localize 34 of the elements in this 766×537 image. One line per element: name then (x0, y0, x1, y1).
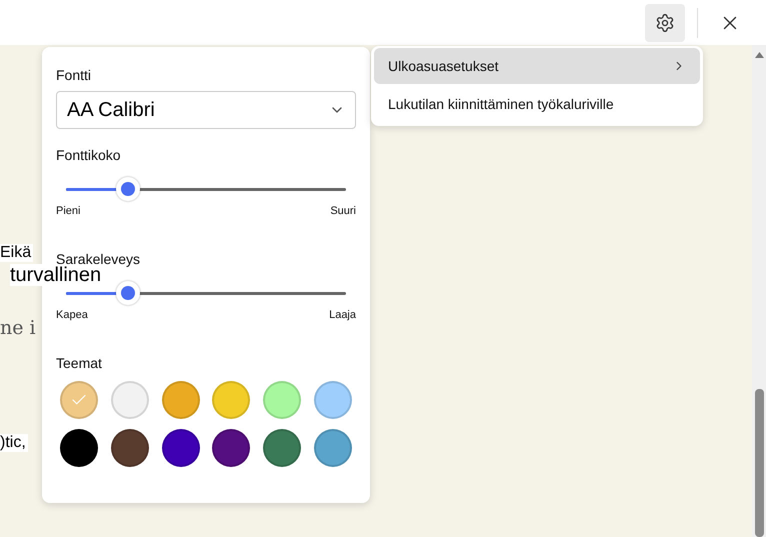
scrollbar-thumb[interactable] (754, 389, 764, 537)
font-dropdown[interactable]: AA Calibri (56, 91, 356, 129)
slider-thumb[interactable] (116, 281, 140, 305)
article-text: )tic, (0, 434, 28, 452)
slider-thumb[interactable] (116, 177, 140, 201)
slider-track[interactable] (66, 188, 346, 191)
theme-swatch[interactable] (212, 381, 250, 419)
theme-swatch[interactable] (110, 381, 149, 419)
max-label: Suuri (330, 205, 356, 217)
theme-swatch[interactable] (60, 429, 98, 467)
menu-item[interactable]: Lukutilan kiinnittäminen työkaluriville (374, 86, 700, 122)
theme-swatch[interactable] (162, 381, 200, 419)
article-text: turvallinen (10, 264, 102, 286)
menu-item[interactable]: Ulkoasuasetukset (374, 48, 700, 84)
article-text: ne i (0, 318, 37, 338)
article-text: Eikä (0, 244, 34, 262)
theme-swatch[interactable] (263, 381, 302, 419)
theme-swatch[interactable] (162, 429, 200, 467)
theme-swatch[interactable] (263, 429, 302, 467)
theme-swatch[interactable] (212, 429, 250, 467)
min-label: Kapea (56, 309, 88, 321)
settings-icon (655, 12, 675, 32)
settings-button[interactable] (645, 4, 685, 42)
theme-swatch[interactable] (110, 429, 149, 467)
theme-swatch[interactable] (314, 381, 352, 419)
field-label: Fontti (56, 67, 92, 83)
min-label: Pieni (56, 205, 80, 217)
themes-label: Teemat (56, 355, 103, 371)
scroll-up-icon[interactable] (754, 51, 764, 59)
slider-label: Fonttikoko (56, 147, 122, 163)
max-label: Laaja (329, 309, 356, 321)
theme-swatch[interactable] (314, 429, 352, 467)
theme-swatch[interactable] (60, 381, 98, 419)
slider-track[interactable] (66, 292, 346, 295)
